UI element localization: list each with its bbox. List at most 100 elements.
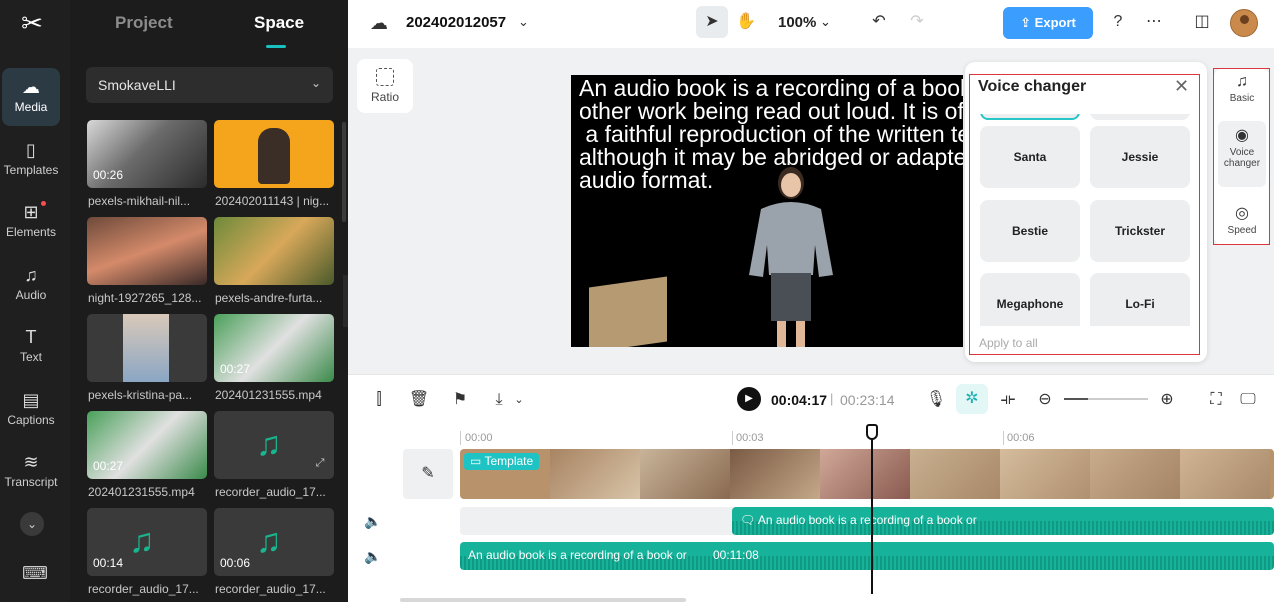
media-tile[interactable] bbox=[87, 314, 207, 382]
edit-cover-button[interactable]: ✎ bbox=[403, 449, 453, 499]
voice-option[interactable] bbox=[980, 114, 1080, 120]
rail-item-media[interactable]: ☁ Media bbox=[2, 68, 60, 126]
notification-dot bbox=[41, 201, 46, 206]
keyboard-icon[interactable]: ⌨ bbox=[22, 563, 48, 584]
zoom-slider[interactable] bbox=[1064, 398, 1148, 400]
video-frame bbox=[1180, 449, 1270, 499]
rail-item-text[interactable]: T Text bbox=[2, 318, 60, 376]
redo-button[interactable]: ↷ bbox=[901, 6, 933, 38]
microphone-icon[interactable]: 🎙 bbox=[925, 389, 947, 411]
rail-item-templates[interactable]: ▯ Templates bbox=[2, 131, 60, 189]
voice-option-megaphone[interactable]: Megaphone bbox=[980, 273, 1080, 326]
media-tile[interactable] bbox=[87, 217, 207, 285]
magnet-icon: ✲ bbox=[965, 390, 979, 407]
rail-item-label: Media bbox=[14, 100, 48, 114]
ratio-label: Ratio bbox=[370, 90, 399, 104]
download-icon[interactable]: ⤓ bbox=[488, 389, 510, 411]
help-button[interactable]: ? bbox=[1102, 6, 1134, 38]
split-scene-icon[interactable]: ⟛ bbox=[997, 389, 1019, 411]
media-duration: 00:26 bbox=[93, 168, 124, 182]
voice-changer-title: Voice changer bbox=[978, 78, 1087, 95]
media-tile[interactable]: 00:27 bbox=[214, 314, 334, 382]
voice-option-jessie[interactable]: Jessie bbox=[1090, 126, 1190, 188]
templates-icon: ▯ bbox=[26, 140, 36, 160]
prop-tab-label: Basic bbox=[1229, 93, 1255, 104]
preview-screen-icon[interactable]: 🖵 bbox=[1237, 389, 1259, 411]
paper-graphic bbox=[589, 276, 667, 347]
media-label: pexels-andre-furta... bbox=[215, 291, 323, 305]
panel-tabs: Project Space bbox=[70, 0, 348, 48]
audio-clip-caption: An audio book is a recording of a book o… bbox=[757, 513, 977, 527]
media-duration: 00:27 bbox=[93, 459, 124, 473]
video-frame bbox=[550, 449, 640, 499]
video-track[interactable]: ▭ Template bbox=[460, 449, 1274, 499]
voice-option-bestie[interactable]: Bestie bbox=[980, 200, 1080, 262]
volume-icon[interactable]: 🔈 bbox=[364, 548, 381, 565]
hand-tool-button[interactable]: ✋ bbox=[730, 6, 762, 38]
prop-tab-voice-changer[interactable]: ◉ Voice changer bbox=[1218, 121, 1266, 187]
pencil-icon: ✎ bbox=[421, 465, 435, 482]
chevron-down-icon[interactable]: ⌄ bbox=[20, 512, 44, 536]
rail-item-audio[interactable]: ♫ Audio bbox=[2, 256, 60, 314]
rail-item-captions[interactable]: ▤ Captions bbox=[2, 381, 60, 439]
chevron-down-icon[interactable]: ⌄ bbox=[820, 14, 831, 30]
text-icon: T bbox=[25, 327, 37, 347]
tab-project[interactable]: Project bbox=[115, 13, 173, 33]
ratio-button[interactable]: Ratio bbox=[357, 59, 413, 113]
voice-option-trickster[interactable]: Trickster bbox=[1090, 200, 1190, 262]
space-select-value: SmokaveLLI bbox=[98, 77, 176, 93]
timeline-scrollbar[interactable] bbox=[400, 598, 686, 602]
transcript-icon: ≋ bbox=[23, 452, 39, 472]
preview-canvas[interactable]: An audio book is a recording of a book o… bbox=[571, 75, 963, 347]
rail-item-transcript[interactable]: ≋ Transcript bbox=[2, 443, 60, 501]
split-icon[interactable]: ⫿ bbox=[368, 389, 390, 411]
voice-option-lo-fi[interactable]: Lo-Fi bbox=[1090, 273, 1190, 326]
expand-icon[interactable]: ⤢ bbox=[312, 457, 328, 473]
prop-tab-speed[interactable]: ◎ Speed bbox=[1218, 199, 1266, 236]
layout-button[interactable]: ◫ bbox=[1186, 6, 1218, 38]
project-name[interactable]: 202402012057 bbox=[406, 14, 506, 31]
fit-screen-icon[interactable]: ⛶ bbox=[1205, 389, 1227, 411]
delete-icon[interactable]: 🗑 bbox=[408, 389, 430, 411]
time-separator: | bbox=[830, 391, 834, 406]
music-note-icon: ♫ bbox=[256, 522, 282, 560]
voice-option-santa[interactable]: Santa bbox=[980, 126, 1080, 188]
chevron-down-icon[interactable]: ⌄ bbox=[508, 389, 530, 411]
audio-clip[interactable]: 🗨 An audio book is a recording of a book… bbox=[732, 507, 1274, 535]
undo-button[interactable]: ↶ bbox=[863, 6, 895, 38]
export-button[interactable]: ⇪ Export bbox=[1003, 7, 1093, 39]
media-tile[interactable] bbox=[214, 217, 334, 285]
tab-space[interactable]: Space bbox=[254, 13, 304, 33]
media-tile[interactable]: 00:26 bbox=[87, 120, 207, 188]
media-tile[interactable]: ♫ ⤢ bbox=[214, 411, 334, 479]
hand-icon: ✋ bbox=[736, 13, 756, 30]
rail-item-elements[interactable]: ⊞ Elements bbox=[2, 193, 60, 251]
chevron-down-icon[interactable]: ⌄ bbox=[518, 14, 529, 30]
volume-icon[interactable]: 🔈 bbox=[364, 513, 381, 530]
auto-snap-button[interactable]: ✲ bbox=[956, 384, 988, 414]
prop-tab-basic[interactable]: ♫ Basic bbox=[1218, 69, 1266, 104]
cloud-icon[interactable]: ☁ bbox=[370, 13, 388, 34]
media-tile[interactable]: ♫ 00:06 bbox=[214, 508, 334, 576]
apply-to-all-button[interactable]: Apply to all bbox=[979, 336, 1038, 350]
media-tile[interactable]: ♫ 00:14 bbox=[87, 508, 207, 576]
more-button[interactable]: ⋯ bbox=[1138, 6, 1170, 38]
media-tile[interactable] bbox=[214, 120, 334, 188]
playhead[interactable] bbox=[871, 424, 873, 594]
zoom-out-icon[interactable]: ⊖ bbox=[1034, 389, 1056, 411]
capcut-logo-icon[interactable]: ✂ bbox=[17, 10, 47, 36]
play-button[interactable]: ▶ bbox=[737, 387, 761, 411]
space-select[interactable]: SmokaveLLI ⌄ bbox=[86, 67, 333, 103]
panel-scrollbar[interactable] bbox=[342, 122, 346, 222]
flag-icon[interactable]: ⚑ bbox=[449, 389, 471, 411]
voice-option[interactable] bbox=[1090, 114, 1190, 120]
close-icon[interactable]: ✕ bbox=[1174, 76, 1189, 97]
playhead-handle[interactable] bbox=[866, 424, 878, 440]
avatar[interactable] bbox=[1230, 9, 1258, 37]
media-tile[interactable]: 00:27 bbox=[87, 411, 207, 479]
select-tool-button[interactable]: ➤ bbox=[696, 6, 728, 38]
audio-clip[interactable]: An audio book is a recording of a book o… bbox=[460, 542, 1274, 570]
zoom-level[interactable]: 100% bbox=[778, 14, 816, 31]
zoom-in-icon[interactable]: ⊕ bbox=[1156, 389, 1178, 411]
music-note-icon: ♫ bbox=[129, 522, 155, 560]
